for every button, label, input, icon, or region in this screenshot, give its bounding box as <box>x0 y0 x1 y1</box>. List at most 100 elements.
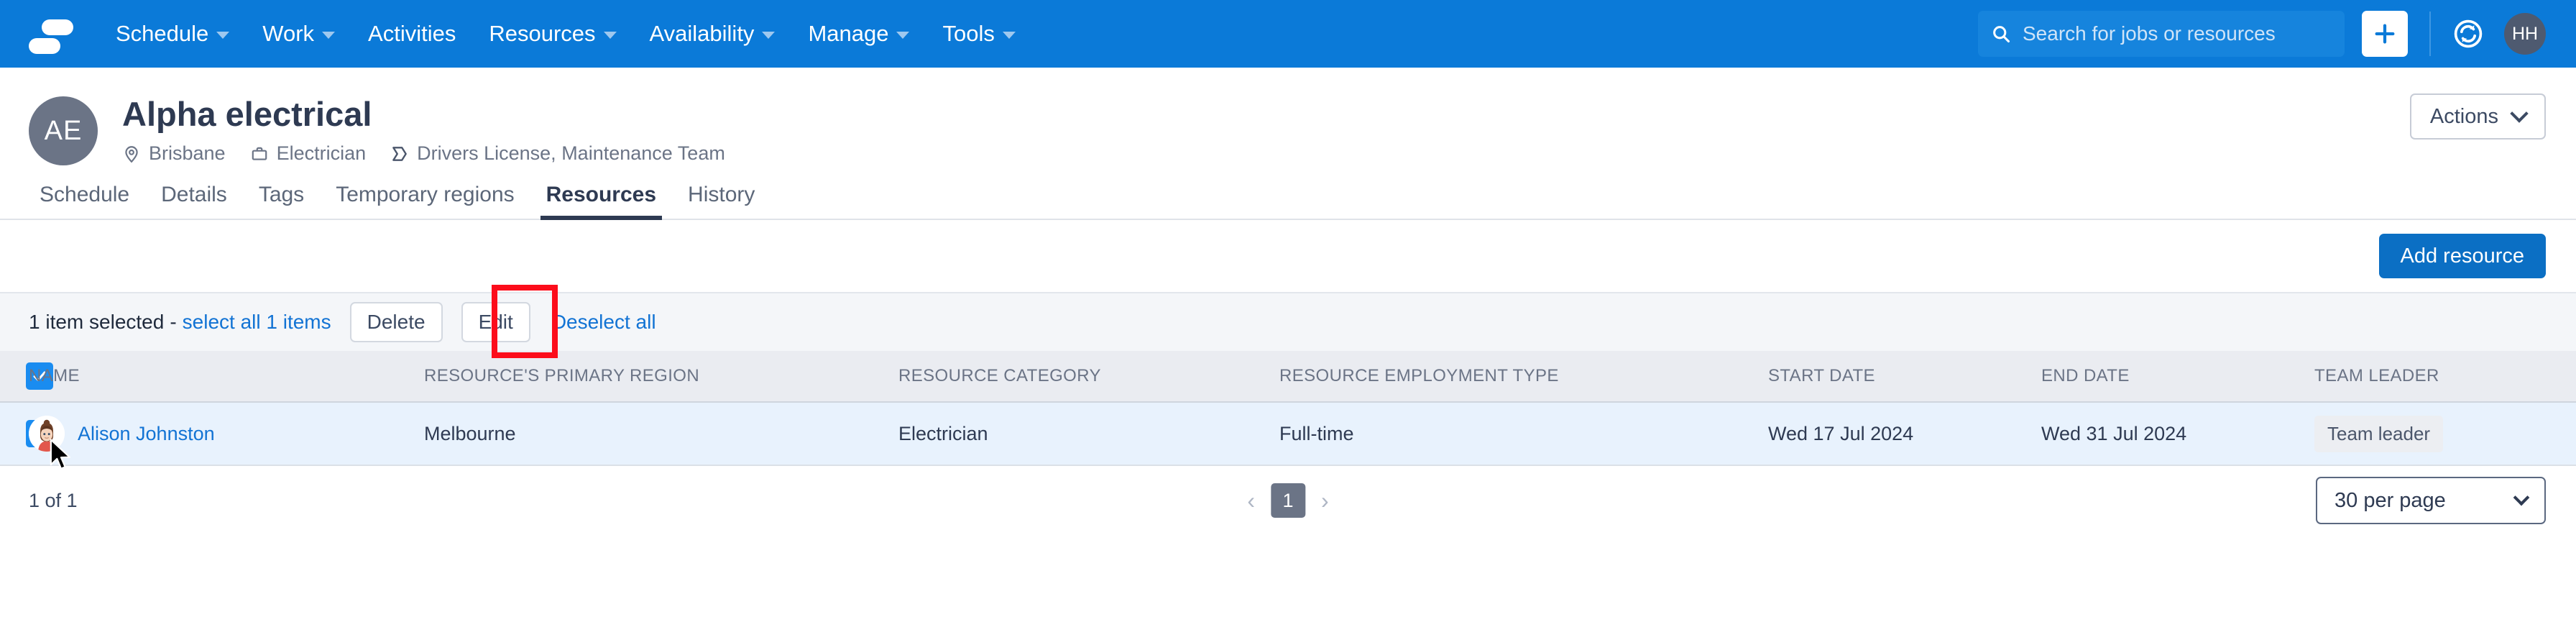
nav-item-availability[interactable]: Availability <box>633 0 792 68</box>
cell-team-leader: Team leader <box>2314 415 2576 452</box>
row-checkbox-cell <box>0 420 53 447</box>
tab-schedule[interactable]: Schedule <box>29 183 145 219</box>
pagination-next-button[interactable]: › <box>1318 488 1332 514</box>
actions-button[interactable]: Actions <box>2409 93 2546 140</box>
column-header-region[interactable]: RESOURCE'S PRIMARY REGION <box>424 366 898 386</box>
navbar-right-group: Search for jobs or resources HH <box>1978 11 2546 57</box>
tag-icon <box>392 146 407 161</box>
column-header-region-label: RESOURCE'S PRIMARY REGION <box>424 366 700 385</box>
meta-location-label: Brisbane <box>149 142 226 165</box>
chevron-down-icon <box>2513 489 2530 506</box>
meta-location: Brisbane <box>122 142 226 165</box>
cell-region-value: Melbourne <box>424 422 516 444</box>
column-header-end-date[interactable]: END DATE <box>2041 366 2314 386</box>
deselect-all-link[interactable]: Deselect all <box>552 311 656 334</box>
actions-button-label: Actions <box>2429 104 2498 128</box>
cell-end-date: Wed 31 Jul 2024 <box>2041 423 2314 445</box>
nav-item-work[interactable]: Work <box>246 0 351 68</box>
top-navbar: Schedule Work Activities Resources Avail… <box>0 0 2576 68</box>
logo-pill-bottom <box>29 38 60 54</box>
cell-category-value: Electrician <box>898 422 988 444</box>
add-new-button[interactable] <box>2362 11 2408 57</box>
per-page-label: 30 per page <box>2334 488 2446 512</box>
nav-label-work: Work <box>262 21 315 46</box>
column-header-team-leader[interactable]: TEAM LEADER <box>2314 366 2576 386</box>
search-input[interactable]: Search for jobs or resources <box>1978 11 2345 57</box>
resource-name-link[interactable]: Alison Johnston <box>78 423 215 445</box>
plus-icon <box>2375 24 2395 44</box>
cell-category: Electrician <box>898 423 1279 445</box>
chevron-down-icon <box>1002 32 1016 39</box>
nav-item-resources[interactable]: Resources <box>472 0 632 68</box>
add-resource-button[interactable]: Add resource <box>2378 234 2546 278</box>
entity-initials: AE <box>44 115 83 146</box>
tab-resources-label: Resources <box>546 183 657 206</box>
pagination-prev-button[interactable]: ‹ <box>1244 488 1258 514</box>
nav-items: Schedule Work Activities Resources Avail… <box>99 0 1032 68</box>
select-all-link[interactable]: select all 1 items <box>183 311 331 334</box>
nav-label-availability: Availability <box>649 21 755 46</box>
tab-details[interactable]: Details <box>145 183 243 219</box>
tab-history-label: History <box>688 183 755 206</box>
tab-resources[interactable]: Resources <box>530 183 672 220</box>
column-header-category[interactable]: RESOURCE CATEGORY <box>898 366 1279 386</box>
sync-icon[interactable] <box>2452 18 2484 50</box>
page-header: AE Alpha electrical Brisbane Electrician <box>0 68 2576 165</box>
selection-separator: - <box>170 311 177 333</box>
per-page-select[interactable]: 30 per page <box>2316 477 2546 524</box>
pagination: ‹ 1 › <box>1244 483 1331 518</box>
record-count: 1 of 1 <box>29 489 78 511</box>
nav-item-tools[interactable]: Tools <box>926 0 1031 68</box>
delete-button[interactable]: Delete <box>349 302 443 342</box>
selection-count-text: 1 item selected <box>29 311 165 333</box>
tab-history[interactable]: History <box>672 183 770 219</box>
table-header-row: NAME RESOURCE'S PRIMARY REGION RESOURCE … <box>0 351 2576 403</box>
cell-employment-type: Full-time <box>1279 423 1768 445</box>
navbar-divider <box>2429 12 2431 56</box>
meta-category: Electrician <box>250 142 366 165</box>
table-row[interactable]: Alison Johnston Melbourne Electrician Fu… <box>0 403 2576 470</box>
location-pin-icon <box>125 145 138 163</box>
meta-tags-label: Drivers License, Maintenance Team <box>417 142 725 165</box>
nav-label-resources: Resources <box>489 21 596 46</box>
entity-avatar: AE <box>29 96 98 165</box>
table-footer: 1 of 1 ‹ 1 › 30 per page <box>0 466 2576 535</box>
nav-item-activities[interactable]: Activities <box>351 0 472 68</box>
column-header-name[interactable]: NAME <box>29 366 424 386</box>
nav-item-schedule[interactable]: Schedule <box>99 0 246 68</box>
select-all-checkbox-cell <box>0 362 53 390</box>
deputy-logo-icon[interactable] <box>29 14 73 54</box>
cell-start-date-value: Wed 17 Jul 2024 <box>1768 422 1914 444</box>
tab-details-label: Details <box>161 183 227 206</box>
tab-bar: Schedule Details Tags Temporary regions … <box>0 165 2576 220</box>
user-initials: HH <box>2511 23 2539 44</box>
user-avatar[interactable]: HH <box>2504 13 2546 55</box>
nav-label-tools: Tools <box>942 21 995 46</box>
edit-button[interactable]: Edit <box>461 302 530 342</box>
tab-temporary-regions-label: Temporary regions <box>336 183 515 206</box>
briefcase-icon <box>252 147 267 160</box>
column-header-employment-type[interactable]: RESOURCE EMPLOYMENT TYPE <box>1279 366 1768 386</box>
resources-table: NAME RESOURCE'S PRIMARY REGION RESOURCE … <box>0 351 2576 470</box>
chevron-down-icon <box>2510 104 2529 123</box>
status-badge: Team leader <box>2314 415 2444 452</box>
meta-tags: Drivers License, Maintenance Team <box>390 142 725 165</box>
column-header-end-date-label: END DATE <box>2041 366 2130 385</box>
entity-text-group: Alpha electrical Brisbane Electrician Dr… <box>122 93 750 165</box>
chevron-down-icon <box>603 32 617 39</box>
cell-end-date-value: Wed 31 Jul 2024 <box>2041 422 2187 444</box>
tab-tags[interactable]: Tags <box>243 183 320 219</box>
tab-temporary-regions[interactable]: Temporary regions <box>320 183 530 219</box>
logo-pill-top <box>42 19 73 35</box>
column-header-start-date-label: START DATE <box>1768 366 1875 385</box>
search-placeholder: Search for jobs or resources <box>2023 22 2276 45</box>
column-header-team-leader-label: TEAM LEADER <box>2314 366 2439 385</box>
nav-label-schedule: Schedule <box>116 21 209 46</box>
nav-label-manage: Manage <box>808 21 889 46</box>
column-header-start-date[interactable]: START DATE <box>1768 366 2041 386</box>
chevron-down-icon <box>322 32 336 39</box>
nav-label-activities: Activities <box>368 21 456 46</box>
pagination-page-1[interactable]: 1 <box>1271 483 1305 518</box>
nav-item-manage[interactable]: Manage <box>791 0 926 68</box>
cell-region: Melbourne <box>424 423 898 445</box>
